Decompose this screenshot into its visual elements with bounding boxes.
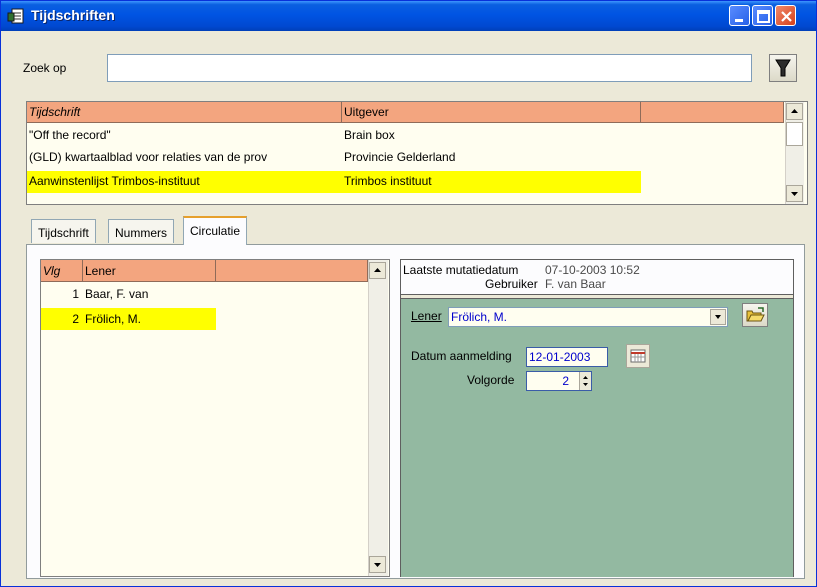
row-order: 2 [72,312,79,326]
journal-title: (GLD) kwartaalblad voor relaties van de … [29,150,268,164]
maximize-icon [757,10,770,23]
folder-open-icon [746,307,765,322]
maximize-button[interactable] [752,5,773,26]
arrow-up-icon [791,109,798,113]
arrow-down-icon [374,563,381,567]
mutation-info: Laatste mutatiedatum 07-10-2003 10:52 Ge… [401,260,793,295]
volgorde-label: Volgorde [467,373,515,387]
lener-dropdown-button[interactable] [710,309,726,325]
funnel-filter-icon [775,59,791,77]
close-icon [781,11,792,22]
volgorde-spinner[interactable] [579,372,591,390]
circulation-scrollbar[interactable] [368,260,388,576]
scroll-down-button[interactable] [786,185,803,202]
journal-publisher: Provincie Gelderland [344,150,456,164]
mutation-date-value: 07-10-2003 10:52 [545,263,640,277]
calendar-icon [630,349,646,363]
tab-nummers[interactable]: Nummers [108,219,175,243]
window: Tijdschriften Zoek op Tijdschrift Uitgev… [0,0,817,587]
borrower-form: Lener Frölich, M. Datum aanmelding 12-01… [401,298,793,577]
journal-row-selected[interactable]: Aanwinstenlijst Trimbos-instituut Trimbo… [27,171,641,193]
title-bar[interactable]: Tijdschriften [1,1,816,31]
arrow-up-icon [374,268,381,272]
arrow-down-icon [791,192,798,196]
mutation-date-label: Laatste mutatiedatum [403,263,519,277]
user-label: Gebruiker [485,277,538,291]
column-header-lener[interactable]: Lener [83,260,216,282]
journals-scrollbar[interactable] [785,102,804,204]
journal-row[interactable]: "Off the record" Brain box [27,125,641,147]
circulation-grid: Vlg Lener 1 Baar, F. van 2 Frölich, M. [40,259,390,577]
search-label: Zoek op [23,61,67,75]
window-title: Tijdschriften [31,7,115,23]
spinner-arrows-icon [583,376,588,386]
tab-tijdschrift[interactable]: Tijdschrift [31,219,96,243]
journal-publisher: Brain box [344,128,395,142]
datum-aanmelding-field[interactable]: 12-01-2003 [526,347,608,367]
column-header-uitgever[interactable]: Uitgever [342,102,641,123]
journal-publisher: Trimbos instituut [344,174,432,188]
journals-grid: Tijdschrift Uitgever "Off the record" Br… [26,101,808,205]
row-order: 1 [72,287,79,301]
search-input[interactable] [107,54,752,82]
column-header-filler [216,260,368,282]
minimize-button[interactable] [729,5,750,26]
close-button[interactable] [775,5,796,26]
scroll-thumb[interactable] [786,122,803,146]
datum-label: Datum aanmelding [411,349,512,363]
lener-selected-value: Frölich, M. [451,310,508,324]
circulation-row-selected[interactable]: 2 Frölich, M. [41,308,216,330]
column-header-filler [641,102,784,123]
lener-select[interactable]: Frölich, M. [448,307,728,327]
minimize-icon [735,19,743,22]
scroll-down-button[interactable] [369,556,386,573]
column-header-tijdschrift[interactable]: Tijdschrift [27,102,342,123]
scroll-up-button[interactable] [369,262,386,279]
chevron-down-icon [715,315,721,319]
column-header-vlg[interactable]: Vlg [41,260,83,282]
tab-circulatie[interactable]: Circulatie [183,216,248,245]
detail-panel: Laatste mutatiedatum 07-10-2003 10:52 Ge… [400,259,794,577]
journal-title: Aanwinstenlijst Trimbos-instituut [29,174,200,188]
journal-title: "Off the record" [29,128,111,142]
circulation-row[interactable]: 1 Baar, F. van [41,284,216,306]
calendar-button[interactable] [626,344,650,368]
app-icon [7,8,24,24]
scroll-up-button[interactable] [786,103,803,120]
user-value: F. van Baar [545,277,606,291]
row-borrower: Frölich, M. [85,312,142,326]
journal-row[interactable]: (GLD) kwartaalblad voor relaties van de … [27,147,641,169]
open-lener-button[interactable] [742,303,768,327]
row-borrower: Baar, F. van [85,287,149,301]
filter-button[interactable] [769,54,797,82]
lener-label: Lener [411,309,442,323]
